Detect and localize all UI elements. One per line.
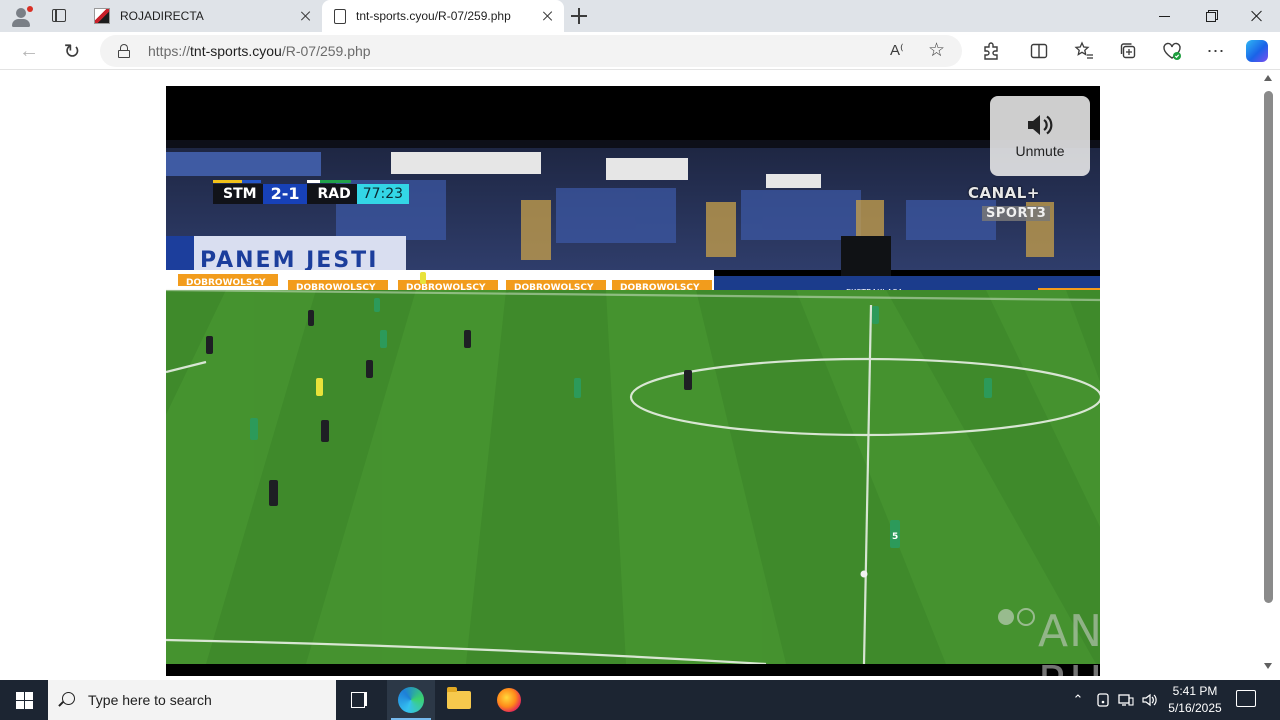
device-icon[interactable]: [1093, 680, 1113, 720]
favorites-icon[interactable]: [1073, 40, 1095, 62]
taskbar-search-box[interactable]: Type here to search: [48, 680, 336, 720]
url-scheme: https://: [148, 43, 191, 59]
unmute-button[interactable]: Unmute: [990, 96, 1090, 176]
tab-actions-icon[interactable]: [50, 7, 70, 25]
close-tab-icon[interactable]: [298, 8, 314, 24]
firefox-icon: [497, 688, 521, 712]
windows-taskbar: Type here to search ⌃ 5:41 PM 5/16/2025: [0, 680, 1280, 720]
url-path: /R-07/259.php: [281, 43, 371, 59]
speaker-icon: [1028, 115, 1053, 135]
volume-icon[interactable]: [1140, 680, 1160, 720]
browser-toolbar: ← ↻ https://tnt-sports.cyou/R-07/259.php…: [0, 32, 1280, 70]
url-text[interactable]: https://tnt-sports.cyou/R-07/259.php: [148, 43, 371, 59]
start-button[interactable]: [0, 680, 48, 720]
restore-button[interactable]: [1188, 0, 1234, 32]
task-view-icon: [351, 692, 369, 708]
task-view-button[interactable]: [336, 680, 384, 720]
tab-title: ROJADIRECTA: [120, 9, 204, 23]
extensions-icon[interactable]: [980, 40, 1002, 62]
taskbar-clock[interactable]: 5:41 PM 5/16/2025: [1160, 683, 1230, 717]
taskbar-firefox[interactable]: [485, 680, 533, 720]
show-hidden-icons-chevron-icon[interactable]: ⌃: [1068, 680, 1088, 720]
player-number: 5: [892, 532, 898, 542]
page-icon: [334, 8, 346, 24]
scoreboard: STM 2-1 RAD 77:23: [213, 180, 410, 204]
match-clock: 77:23: [356, 184, 410, 204]
scroll-up-arrow-icon[interactable]: [1264, 75, 1272, 81]
scroll-thumb[interactable]: [1264, 91, 1273, 603]
broadcaster-logo: CANAL+ SPORT3: [968, 184, 1062, 221]
away-team-code: RAD: [307, 180, 357, 204]
close-window-button[interactable]: [1234, 0, 1280, 32]
unmute-label: Unmute: [1015, 143, 1065, 159]
match-score: 2-1: [262, 184, 308, 204]
address-bar[interactable]: https://tnt-sports.cyou/R-07/259.php A⁽ …: [100, 35, 962, 67]
search-icon: [62, 692, 75, 705]
folder-icon: [447, 687, 471, 709]
ad-board-dobrowolscy-text: DOBROWOLSCY: [186, 278, 266, 288]
panem-jesti-banner: PANEM JESTI: [200, 248, 378, 273]
network-icon[interactable]: [1116, 680, 1136, 720]
lock-icon[interactable]: [118, 44, 130, 58]
video-frame: PANEM JESTI DOBROWOLSCY DOBROWOLSCY DOBR…: [166, 140, 1100, 664]
ekstraklasa-badge-icon: [998, 608, 1035, 626]
anyrun-watermark: ANY RUN: [1038, 606, 1100, 676]
broadcaster-channel: SPORT3: [982, 206, 1051, 221]
reload-icon[interactable]: ↻: [61, 40, 83, 63]
broadcaster-name: CANAL+: [968, 184, 1040, 202]
tab-rojadirecta[interactable]: ROJADIRECTA: [84, 0, 322, 32]
profile-avatar-icon[interactable]: [10, 6, 33, 28]
rojadirecta-favicon-icon: [94, 8, 110, 24]
read-aloud-icon[interactable]: A⁽: [890, 41, 904, 59]
browser-essentials-icon[interactable]: [1161, 40, 1183, 62]
edge-icon: [398, 687, 424, 713]
collections-icon[interactable]: [1117, 40, 1139, 62]
copilot-icon[interactable]: [1246, 40, 1268, 62]
back-arrow-icon[interactable]: ←: [18, 40, 40, 62]
clock-time: 5:41 PM: [1172, 684, 1218, 698]
windows-logo-icon: [16, 692, 24, 700]
clock-date: 5/16/2025: [1168, 701, 1222, 715]
split-screen-icon[interactable]: [1028, 40, 1050, 62]
vertical-scrollbar[interactable]: [1261, 71, 1276, 677]
home-team-code: STM: [213, 180, 263, 204]
more-options-icon[interactable]: ⋯: [1205, 40, 1227, 62]
minimize-button[interactable]: [1142, 0, 1188, 32]
taskbar-edge[interactable]: [387, 680, 435, 720]
taskbar-file-explorer[interactable]: [435, 680, 483, 720]
url-host: tnt-sports.cyou: [190, 43, 282, 59]
video-player[interactable]: PANEM JESTI DOBROWOLSCY DOBROWOLSCY DOBR…: [166, 86, 1100, 676]
add-favorite-star-icon[interactable]: ☆: [928, 39, 945, 62]
scroll-down-arrow-icon[interactable]: [1264, 663, 1272, 669]
search-placeholder: Type here to search: [88, 692, 212, 708]
tab-tnt-sports[interactable]: tnt-sports.cyou/R-07/259.php: [322, 0, 564, 32]
close-tab-icon[interactable]: [540, 8, 556, 24]
tab-title: tnt-sports.cyou/R-07/259.php: [356, 9, 511, 23]
notification-center-icon[interactable]: [1236, 690, 1256, 707]
new-tab-button[interactable]: [570, 7, 588, 25]
browser-tab-bar: ROJADIRECTA tnt-sports.cyou/R-07/259.php: [0, 0, 1280, 32]
